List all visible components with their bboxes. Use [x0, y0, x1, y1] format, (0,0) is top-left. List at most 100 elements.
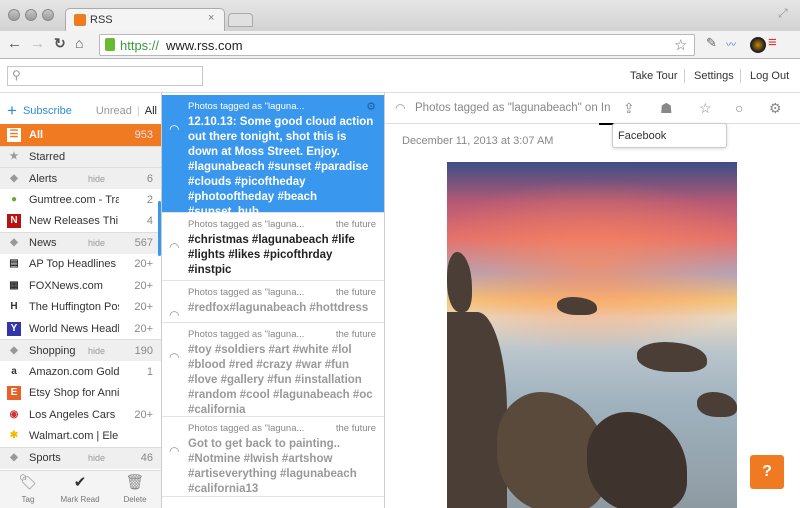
- unread-count: 20+: [134, 301, 153, 313]
- home-icon[interactable]: ⌂: [75, 35, 83, 51]
- yahoo-icon: Y: [7, 321, 21, 336]
- craigslist-icon: ◉: [7, 407, 21, 422]
- sidebar-item-label: World News Headl...: [29, 322, 119, 335]
- plus-icon: +: [7, 101, 17, 120]
- tag-button[interactable]: 🏷 Tag: [3, 473, 53, 504]
- sidebar-item-label: Sports: [29, 452, 61, 464]
- close-window-button[interactable]: [8, 9, 20, 21]
- rss-icon: ◠: [395, 101, 406, 115]
- help-button[interactable]: ?: [750, 455, 784, 489]
- sidebar-item-shopping[interactable]: ◆ Shopping hide 190: [0, 339, 161, 361]
- url-scheme: https://: [120, 38, 160, 53]
- mark-read-button[interactable]: ✔ Mark Read: [55, 473, 105, 504]
- sidebar-item-label: Alerts: [29, 172, 58, 185]
- delete-button[interactable]: 🗑 Delete: [110, 473, 160, 504]
- back-icon[interactable]: ←: [7, 35, 22, 52]
- log-out-link[interactable]: Log Out: [750, 70, 789, 82]
- eyedropper-extension-icon[interactable]: ✎: [706, 35, 717, 51]
- check-icon: ✔: [73, 474, 87, 491]
- sidebar-item-the-huffington-pos[interactable]: H The Huffington Pos... 20+: [0, 296, 161, 318]
- bookmark-star-icon[interactable]: ☆: [674, 36, 687, 54]
- sidebar-item-etsy-shop-for-anni[interactable]: E Etsy Shop for Anni...: [0, 382, 161, 404]
- item-gear-icon[interactable]: ⚙: [366, 100, 376, 113]
- ap-icon: ▤: [7, 257, 21, 271]
- rss-icon: ◠: [169, 350, 180, 364]
- divider: [740, 69, 741, 83]
- share-tooltip[interactable]: Facebook: [612, 123, 727, 148]
- article-detail: ◠ Photos tagged as "lagunabeach" on In ⇪…: [385, 93, 800, 508]
- read-later-icon[interactable]: ☗: [660, 100, 673, 117]
- sidebar-item-los-angeles-cars[interactable]: ◉ Los Angeles Cars ... 20+: [0, 404, 161, 426]
- fullscreen-icon[interactable]: ⤢: [778, 6, 788, 21]
- new-tab-button[interactable]: [228, 13, 253, 27]
- sidebar-item-news[interactable]: ◆ News hide 567: [0, 231, 161, 254]
- sidebar-item-alerts[interactable]: ◆ Alerts hide 6: [0, 167, 161, 189]
- hide-button[interactable]: hide: [88, 346, 105, 356]
- sidebar-item-amazon-com-gold[interactable]: a Amazon.com Gold... 1: [0, 361, 161, 383]
- item-source: Photos tagged as "laguna...: [188, 219, 305, 230]
- sidebar-item-gumtree-com-tra[interactable]: ● Gumtree.com - Tra... 2: [0, 189, 161, 211]
- reload-icon[interactable]: ↻: [54, 35, 66, 52]
- sidebar-top: + Subscribe Unread | All: [7, 101, 157, 120]
- address-bar[interactable]: https:// www.rss.com ☆: [99, 34, 695, 56]
- tag-icon: ◆: [10, 172, 18, 184]
- sidebar-item-label: Gumtree.com - Tra...: [29, 193, 119, 206]
- sidebar-item-label: Starred: [29, 151, 66, 163]
- chart-extension-icon[interactable]: 〰: [726, 36, 736, 51]
- article-list: ◠ Photos tagged as "laguna... 12.10.13: So…: [162, 93, 385, 508]
- article-date: December 11, 2013 at 3:07 AM: [402, 135, 554, 147]
- mark-read-label: Mark Read: [60, 495, 100, 504]
- settings-gear-icon[interactable]: ⚙: [769, 100, 782, 117]
- hide-button[interactable]: hide: [88, 238, 105, 248]
- list-icon: ☰: [7, 128, 21, 142]
- rss-icon: ◠: [169, 122, 180, 136]
- unread-circle-icon[interactable]: ○: [735, 100, 743, 116]
- article-list-item[interactable]: ◠ Photos tagged as "laguna... the future #t…: [162, 323, 384, 417]
- sidebar-item-label: AP Top Headlines ...: [29, 258, 119, 270]
- article-photo[interactable]: [447, 162, 737, 508]
- search-input[interactable]: ⚲: [7, 66, 203, 86]
- share-icon[interactable]: ⇪: [623, 100, 635, 117]
- sidebar-item-sports[interactable]: ◆ Sports hide 46: [0, 446, 161, 469]
- feed-title[interactable]: Photos tagged as "lagunabeach" on In: [415, 102, 615, 114]
- article-list-item[interactable]: ◠ Photos tagged as "laguna... the future #r…: [162, 281, 384, 323]
- unread-count: 4: [146, 215, 153, 227]
- browser-tab[interactable]: RSS ×: [65, 8, 225, 31]
- item-title: Got to get back to painting.. #Notmine #…: [188, 438, 357, 495]
- sidebar-item-walmart-com-ele[interactable]: ✱ Walmart.com | Ele...: [0, 425, 161, 447]
- sidebar: + Subscribe Unread | All ☰ All 953 ★ Starred…: [0, 93, 162, 508]
- sidebar-scrollbar[interactable]: [158, 201, 161, 256]
- sidebar-item-ap-top-headlines[interactable]: ▤ AP Top Headlines ... 20+: [0, 253, 161, 275]
- unread-count: 20+: [134, 279, 153, 292]
- subscribe-button[interactable]: Subscribe: [23, 105, 72, 117]
- sidebar-item-foxnews-com[interactable]: ▦ FOXNews.com 20+: [0, 275, 161, 297]
- menu-icon[interactable]: ≡: [768, 34, 777, 51]
- zoom-window-button[interactable]: [42, 9, 54, 21]
- filter-unread[interactable]: Unread: [96, 105, 132, 117]
- article-list-item[interactable]: ◠ Photos tagged as "laguna... the future Go…: [162, 417, 384, 497]
- settings-link[interactable]: Settings: [694, 70, 734, 82]
- camera-extension-icon[interactable]: [750, 37, 766, 53]
- sidebar-item-new-releases-thi[interactable]: N New Releases Thi... 4: [0, 210, 161, 232]
- sidebar-item-label: News: [29, 237, 57, 249]
- minimize-window-button[interactable]: [25, 9, 37, 21]
- hide-button[interactable]: hide: [88, 453, 105, 463]
- filter-all[interactable]: All: [145, 105, 157, 117]
- hide-button[interactable]: hide: [88, 174, 105, 184]
- netflix-icon: N: [7, 214, 21, 228]
- sidebar-item-starred[interactable]: ★ Starred: [0, 145, 161, 168]
- sidebar-item-label: Etsy Shop for Anni...: [29, 387, 119, 399]
- take-tour-link[interactable]: Take Tour: [630, 70, 678, 82]
- article-list-item[interactable]: ◠ Photos tagged as "laguna... the future #c…: [162, 213, 384, 281]
- tag-icon: ◆: [10, 237, 18, 248]
- browser-tab-bar: RSS × ⤢: [0, 0, 800, 31]
- forward-icon[interactable]: →: [30, 35, 45, 52]
- close-tab-icon[interactable]: ×: [208, 12, 214, 24]
- foxnews-icon: ▦: [7, 278, 21, 293]
- amazon-icon: a: [7, 364, 21, 379]
- sidebar-item-all[interactable]: ☰ All 953: [0, 124, 161, 146]
- tab-title: RSS: [90, 14, 113, 26]
- star-icon[interactable]: ☆: [699, 100, 712, 117]
- sidebar-item-world-news-headl[interactable]: Y World News Headl... 20+: [0, 318, 161, 340]
- article-list-item[interactable]: ◠ Photos tagged as "laguna... 12.10.13: So…: [162, 95, 384, 218]
